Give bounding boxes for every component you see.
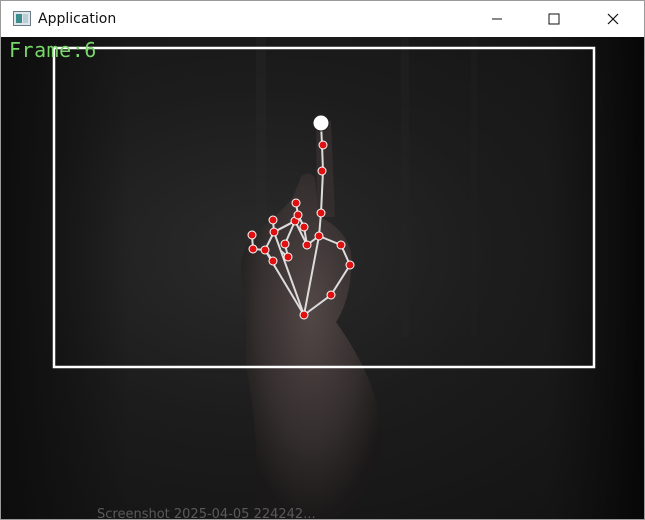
landmark-point [336,240,346,250]
app-window-icon [13,11,31,26]
camera-scene [1,37,644,519]
landmark-point [269,227,279,237]
landmark-point [293,210,303,220]
landmark-point [280,239,290,249]
window-title: Application [38,11,117,27]
landmark-point [314,231,324,241]
landmark-point [299,310,309,320]
landmark-point [317,166,327,176]
landmark-point [247,230,257,240]
landmark-point [299,222,309,232]
landmark-point [345,260,355,270]
fingertip-marker [312,114,330,132]
landmark-point [260,245,270,255]
landmark-point [283,252,293,262]
landmark-point [268,215,278,225]
minimize-button[interactable] [474,1,520,37]
title-bar[interactable]: Application [1,1,644,37]
background-taskbar-text: Screenshot 2025-04-05 224242... [97,507,316,520]
close-button[interactable] [590,1,636,37]
landmark-point [326,290,336,300]
maximize-button[interactable] [531,1,577,37]
minimize-icon [492,18,502,20]
camera-feed: Frame:6 Screenshot 2025-04-05 224242... [1,37,644,519]
application-window: Application Frame:6 Screenshot 2025-04-0… [0,0,645,520]
frame-counter: Frame:6 [9,38,97,62]
close-icon [607,13,619,25]
maximize-icon [548,13,560,25]
landmark-point [318,140,328,150]
landmark-point [268,256,278,266]
landmark-point [291,198,301,208]
landmark-point [302,240,312,250]
landmark-point [248,244,258,254]
landmark-point [316,208,326,218]
